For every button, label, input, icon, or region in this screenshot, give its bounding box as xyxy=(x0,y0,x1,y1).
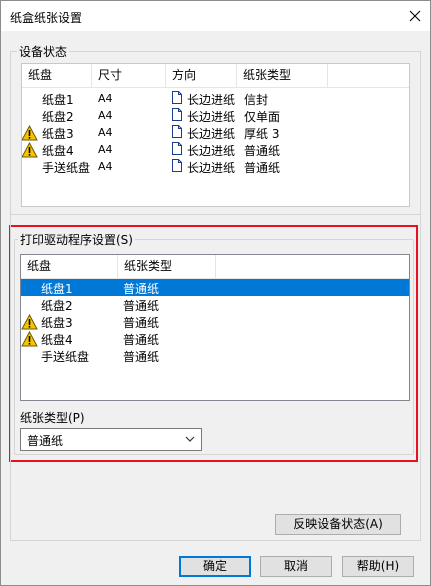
cancel-button[interactable]: 取消 xyxy=(260,556,332,577)
close-icon xyxy=(409,10,421,22)
content-frame xyxy=(10,51,421,541)
help-button[interactable]: 帮助(H) xyxy=(342,556,414,577)
close-button[interactable] xyxy=(400,1,430,31)
window-title: 纸盒纸张设置 xyxy=(10,11,83,25)
ok-button[interactable]: 确定 xyxy=(179,556,251,577)
reflect-device-status-button[interactable]: 反映设备状态(A) xyxy=(275,514,401,535)
paper-tray-settings-dialog: 纸盒纸张设置 设备状态 纸盘 尺寸 方向 纸张类型 纸盘1 A4 长边进纸 信封 纸盘2… xyxy=(0,0,431,586)
title-bar: 纸盒纸张设置 xyxy=(1,1,430,31)
